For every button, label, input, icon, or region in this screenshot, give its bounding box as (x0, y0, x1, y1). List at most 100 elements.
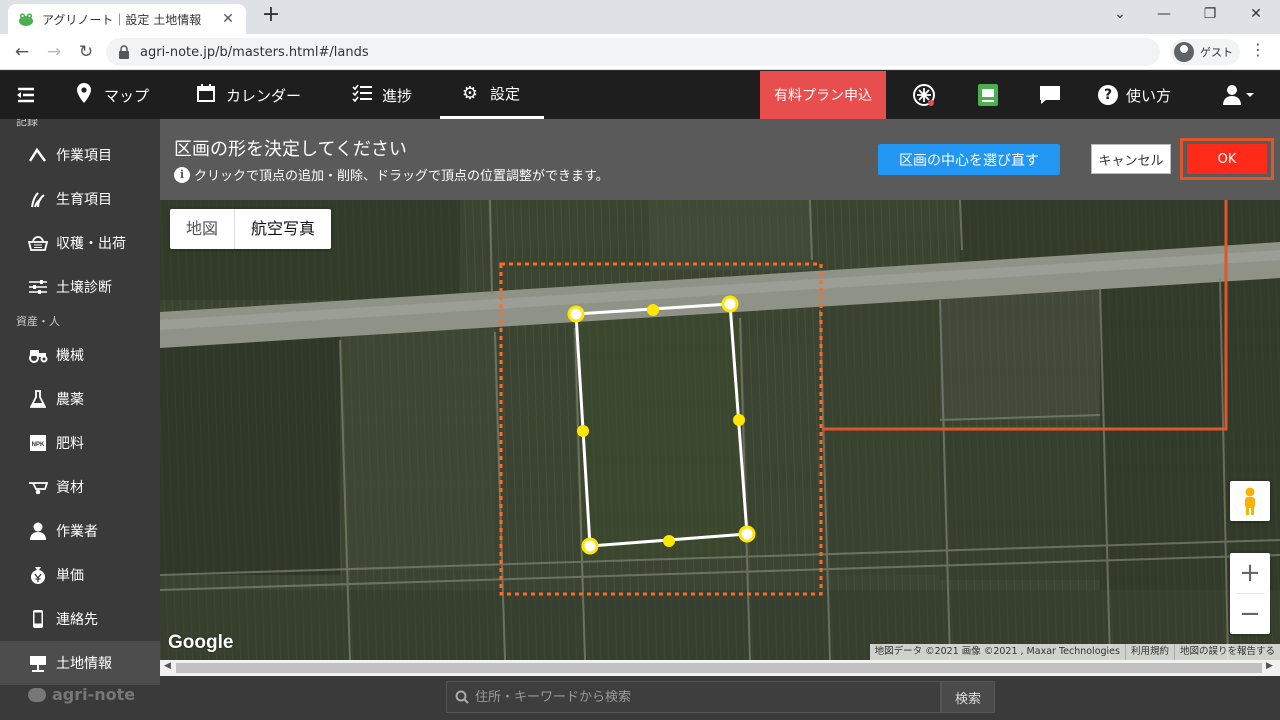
phone-icon (28, 609, 48, 629)
tab-search-chevron-icon[interactable]: ⌄ (1108, 6, 1132, 22)
satellite-imagery (160, 200, 1280, 660)
midpoint-handle (647, 304, 659, 316)
nav-progress-label: 進捗 (382, 86, 413, 105)
checklist-icon (352, 84, 372, 107)
back-button[interactable]: ← (10, 40, 34, 64)
midpoint-handle (663, 535, 675, 547)
info-icon: i (174, 166, 190, 183)
frog-favicon-icon (19, 13, 33, 26)
sidebar-item-label: 連絡先 (56, 612, 98, 628)
nav-settings[interactable]: ⚙ 設定 (440, 71, 544, 119)
restore-button[interactable]: ❐ (1198, 6, 1222, 22)
frog-logo-icon (28, 687, 46, 702)
help-link[interactable]: ? 使い方 (1098, 71, 1171, 119)
reload-button[interactable]: ↻ (74, 40, 98, 64)
nav-calendar[interactable]: カレンダー (196, 71, 301, 119)
sidebar-item-work[interactable]: 作業項目 (0, 133, 160, 177)
scrollbar-thumb[interactable] (176, 663, 1262, 673)
street-view-pegman-icon[interactable] (1230, 481, 1270, 521)
user-menu-icon[interactable] (1220, 83, 1260, 107)
address-search-box (446, 681, 941, 713)
nav-calendar-label: カレンダー (226, 86, 302, 105)
cancel-button[interactable]: キャンセル (1091, 144, 1171, 174)
minimize-button[interactable]: — (1152, 6, 1176, 22)
sidebar-item-fertilizer[interactable]: NPK 肥料 (0, 421, 160, 465)
sidebar-item-land[interactable]: 土地情報 (0, 641, 160, 685)
address-bar[interactable]: agri-note.jp/b/masters.html#/lands (106, 38, 1160, 66)
browser-menu-icon[interactable]: ⋮ (1250, 40, 1266, 59)
sidebar-item-label: 生育項目 (56, 192, 112, 208)
rice-icon[interactable] (912, 83, 936, 107)
forward-button[interactable]: → (42, 40, 66, 64)
sidebar-section-assets: 資産・人 (16, 315, 60, 328)
nav-map[interactable]: マップ (74, 71, 149, 119)
app-navbar: マップ カレンダー 進捗 ⚙ 設定 有料プラン申込 ? 使い方 (0, 71, 1280, 119)
instruction-bar: 区画の形を決定してください i クリックで頂点の追加・削除、ドラッグで頂点の位置… (160, 119, 1280, 200)
profile-button[interactable]: ゲスト (1170, 39, 1240, 65)
sidebar-item-soil[interactable]: 土壌診断 (0, 265, 160, 309)
browser-toolbar: ← → ↻ agri-note.jp/b/masters.html#/lands… (0, 34, 1280, 70)
vertex-handle (581, 537, 599, 555)
search-input[interactable] (475, 689, 915, 705)
sidebar-item-label: 収穫・出荷 (56, 236, 126, 252)
map-type-control: 地図 航空写真 (170, 209, 332, 249)
scroll-right-arrow-icon[interactable]: ▶ (1266, 661, 1273, 671)
close-window-button[interactable]: ✕ (1244, 6, 1268, 22)
tractor-icon (28, 345, 48, 365)
map-type-map-button[interactable]: 地図 (170, 209, 234, 249)
sidebar-item-label: 農薬 (56, 392, 84, 408)
sidebar-item-label: 作業項目 (56, 148, 112, 164)
report-error-link[interactable]: 地図の誤りを報告する (1173, 644, 1280, 660)
scroll-left-arrow-icon[interactable]: ◀ (164, 661, 171, 671)
growth-icon (28, 189, 48, 209)
basket-icon (28, 233, 48, 253)
sidebar-item-contacts[interactable]: 連絡先 (0, 597, 160, 641)
bottom-search-bar: 検索 (160, 676, 1280, 720)
sidebar: 記録 作業項目 生育項目 収穫・出荷 土壌診断 資産・人 機械 農薬 NPK 肥… (0, 119, 160, 720)
brand-logo: agri-note (28, 685, 135, 704)
midpoint-handle (733, 414, 745, 426)
tab-title: アグリノート｜設定 土地情報 (42, 12, 202, 27)
sidebar-item-label: 機械 (56, 348, 84, 364)
paid-plan-button[interactable]: 有料プラン申込 (760, 71, 886, 119)
field-icon (28, 653, 48, 673)
sidebar-item-label: 資材 (56, 480, 84, 496)
map-type-satellite-button[interactable]: 航空写真 (234, 209, 331, 249)
ok-button[interactable]: OK (1187, 144, 1267, 174)
sidebar-item-growth[interactable]: 生育項目 (0, 177, 160, 221)
browser-tab[interactable]: アグリノート｜設定 土地情報 ✕ (8, 4, 246, 34)
report-book-icon[interactable] (976, 83, 1000, 107)
profile-label: ゲスト (1200, 46, 1233, 59)
sidebar-item-pesticide[interactable]: 農薬 (0, 377, 160, 421)
sidebar-item-label: 作業者 (56, 524, 98, 540)
sidebar-item-worker[interactable]: 作業者 (0, 509, 160, 553)
nav-progress[interactable]: 進捗 (352, 71, 412, 119)
sidebar-item-machine[interactable]: 機械 (0, 333, 160, 377)
sidebar-item-unitprice[interactable]: 単価 (0, 553, 160, 597)
zoom-in-button[interactable]: + (1230, 553, 1270, 593)
midpoint-handle (577, 425, 589, 437)
search-button[interactable]: 検索 (941, 681, 995, 713)
terms-link[interactable]: 利用規約 (1124, 644, 1174, 660)
attribution-data: 地図データ ©2021 画像 ©2021 , Maxar Technologie… (874, 646, 1120, 657)
lock-icon (119, 45, 129, 59)
instruction-hint: i クリックで頂点の追加・削除、ドラッグで頂点の位置調整ができます。 (174, 165, 609, 184)
sidebar-item-harvest[interactable]: 収穫・出荷 (0, 221, 160, 265)
vertex-handle (567, 305, 585, 323)
sidebar-item-materials[interactable]: 資材 (0, 465, 160, 509)
nav-settings-label: 設定 (490, 85, 521, 103)
zoom-control: + − (1230, 553, 1270, 634)
collapse-sidebar-icon[interactable] (14, 83, 38, 107)
sliders-icon (28, 277, 48, 297)
wheelbarrow-icon (28, 477, 48, 497)
tab-close-icon[interactable]: ✕ (220, 11, 236, 27)
brand-text: agri-note (52, 685, 136, 704)
recenter-button[interactable]: 区画の中心を選び直す (878, 144, 1060, 175)
new-tab-button[interactable]: + (260, 4, 282, 27)
calendar-icon (196, 83, 216, 107)
aerial-map[interactable]: 地図 航空写真 Google 地図データ ©2021 画像 ©2021 , Ma… (160, 200, 1280, 660)
horizontal-scrollbar[interactable]: ◀ ▶ (160, 660, 1280, 676)
chat-icon[interactable] (1038, 83, 1062, 107)
profile-avatar-icon (1174, 42, 1194, 62)
zoom-out-button[interactable]: − (1230, 594, 1270, 634)
